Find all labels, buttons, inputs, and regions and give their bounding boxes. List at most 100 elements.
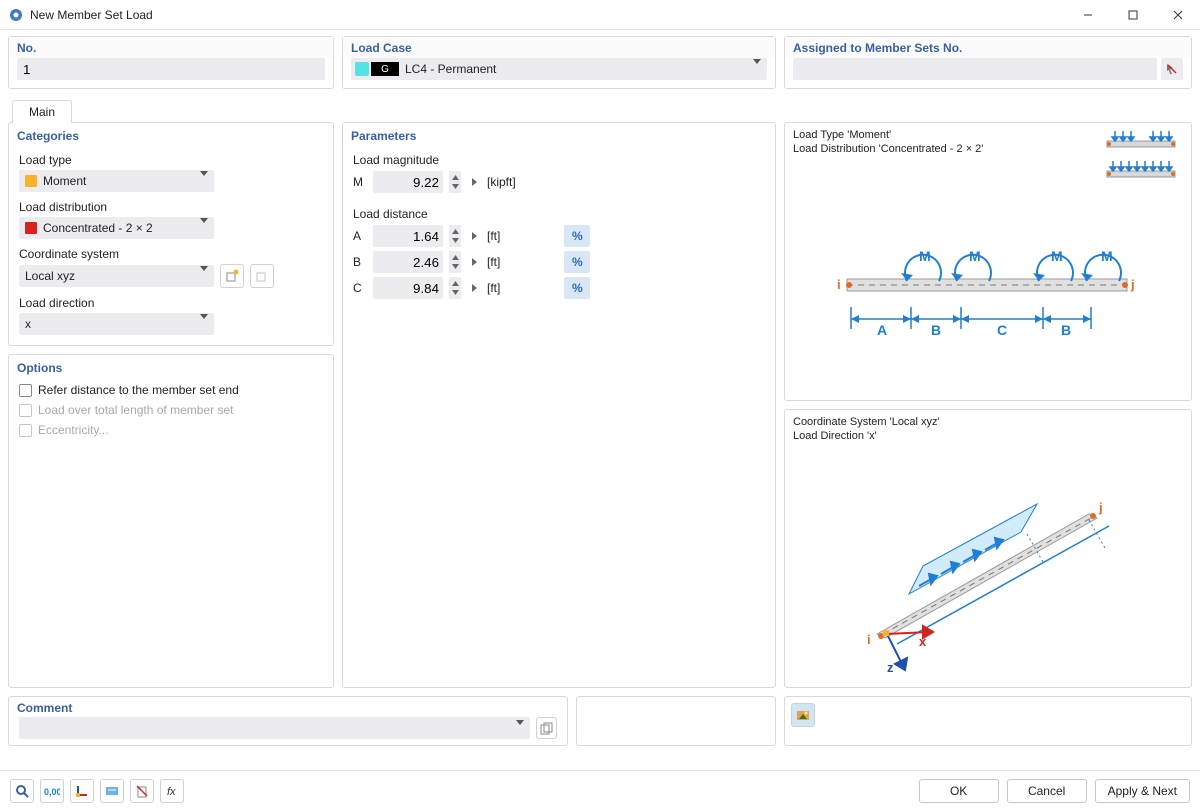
magnitude-input[interactable]	[373, 171, 443, 193]
panel-preview-thumb	[784, 696, 1192, 746]
option-eccentricity-label: Eccentricity...	[38, 423, 108, 437]
svg-text:0,00: 0,00	[44, 787, 60, 797]
distance-b-go-icon[interactable]	[467, 251, 481, 273]
options-title: Options	[9, 355, 333, 375]
panel-options: Options Refer distance to the member set…	[8, 354, 334, 688]
distance-a-input[interactable]	[373, 225, 443, 247]
load-type-swatch	[25, 175, 37, 187]
panel-assigned: Assigned to Member Sets No.	[784, 36, 1192, 89]
maximize-button[interactable]	[1110, 0, 1155, 30]
chevron-down-icon	[200, 271, 208, 285]
svg-text:A: A	[877, 322, 887, 338]
svg-text:z: z	[887, 660, 894, 674]
coord-system-select[interactable]: Local xyz	[19, 265, 214, 287]
parameters-title: Parameters	[343, 123, 775, 143]
distance-c-symbol: C	[353, 281, 367, 295]
chevron-down-icon	[200, 223, 208, 237]
ok-button[interactable]: OK	[919, 779, 999, 803]
footer-axes-button[interactable]	[70, 779, 94, 803]
apply-next-button[interactable]: Apply & Next	[1095, 779, 1190, 803]
diagram-coord-system: Coordinate System 'Local xyz' Load Direc…	[784, 409, 1192, 688]
titlebar: New Member Set Load	[0, 0, 1200, 30]
panel-loadcase-title: Load Case	[343, 37, 775, 58]
load-type-label: Load type	[19, 153, 323, 167]
load-direction-select[interactable]: x	[19, 313, 214, 335]
option-refer-end-label: Refer distance to the member set end	[38, 383, 239, 397]
panel-comment: Comment	[8, 696, 568, 746]
distance-b-unit: [ft]	[487, 255, 500, 269]
svg-text:M: M	[919, 248, 931, 264]
distance-a-go-icon[interactable]	[467, 225, 481, 247]
minimize-button[interactable]	[1065, 0, 1110, 30]
distance-b-spinner[interactable]	[449, 251, 461, 273]
svg-text:j: j	[1130, 277, 1135, 292]
panel-categories: Categories Load type Moment Load distrib…	[8, 122, 334, 346]
checkbox-refer-end[interactable]	[19, 384, 32, 397]
option-total-length-label: Load over total length of member set	[38, 403, 233, 417]
panel-parameters: Parameters Load magnitude M [kipft] Load…	[342, 122, 776, 688]
svg-text:M: M	[1051, 248, 1063, 264]
distance-b-input[interactable]	[373, 251, 443, 273]
distance-c-percent-button[interactable]: %	[564, 277, 590, 299]
number-input[interactable]	[17, 58, 325, 80]
distance-c-go-icon[interactable]	[467, 277, 481, 299]
pick-members-button[interactable]	[1161, 58, 1183, 80]
footer-display-button[interactable]	[100, 779, 124, 803]
load-distribution-select[interactable]: Concentrated - 2 × 2	[19, 217, 214, 239]
app-icon	[8, 7, 24, 23]
chevron-down-icon	[753, 64, 761, 78]
coord-system-label: Coordinate system	[19, 247, 323, 261]
new-coord-system-button[interactable]	[220, 264, 244, 288]
tab-main[interactable]: Main	[12, 100, 72, 123]
distance-a-percent-button[interactable]: %	[564, 225, 590, 247]
footer: 0,00 fx OK Cancel Apply & Next	[0, 770, 1200, 810]
load-direction-value: x	[25, 317, 31, 331]
distance-a-unit: [ft]	[487, 229, 500, 243]
load-distribution-value: Concentrated - 2 × 2	[43, 221, 153, 235]
close-button[interactable]	[1155, 0, 1200, 30]
distance-c-input[interactable]	[373, 277, 443, 299]
svg-text:M: M	[969, 248, 981, 264]
svg-text:fx: fx	[167, 786, 176, 798]
magnitude-go-icon[interactable]	[467, 171, 481, 193]
coord-system-value: Local xyz	[25, 269, 75, 283]
svg-text:B: B	[1061, 322, 1071, 338]
footer-search-button[interactable]	[10, 779, 34, 803]
distance-c-spinner[interactable]	[449, 277, 461, 299]
cancel-button[interactable]: Cancel	[1007, 779, 1087, 803]
chevron-down-icon	[516, 725, 524, 739]
edit-coord-system-button[interactable]	[250, 264, 274, 288]
load-type-value: Moment	[43, 174, 86, 188]
comment-library-button[interactable]	[536, 717, 557, 739]
svg-text:M: M	[1101, 248, 1113, 264]
svg-text:j: j	[1098, 500, 1103, 515]
diagram1-thumbnails	[1101, 131, 1181, 190]
load-distribution-swatch	[25, 222, 37, 234]
panel-number: No.	[8, 36, 334, 89]
svg-text:i: i	[837, 277, 841, 292]
footer-delete-button[interactable]	[130, 779, 154, 803]
panel-loadcase: Load Case G LC4 - Permanent	[342, 36, 776, 89]
load-type-select[interactable]: Moment	[19, 170, 214, 192]
footer-formula-button[interactable]: fx	[160, 779, 184, 803]
magnitude-symbol: M	[353, 175, 367, 189]
comment-select[interactable]	[19, 717, 530, 739]
loadcase-tag: G	[371, 62, 399, 76]
preview-thumb-button[interactable]	[791, 703, 815, 727]
magnitude-unit: [kipft]	[487, 175, 516, 189]
distance-a-spinner[interactable]	[449, 225, 461, 247]
diagram1-svg: i j M M	[789, 219, 1179, 399]
checkbox-total-length	[19, 404, 32, 417]
magnitude-spinner[interactable]	[449, 171, 461, 193]
distance-b-percent-button[interactable]: %	[564, 251, 590, 273]
checkbox-eccentricity	[19, 424, 32, 437]
loadcase-color-chip	[355, 62, 369, 76]
svg-text:i: i	[867, 632, 871, 647]
footer-units-button[interactable]: 0,00	[40, 779, 64, 803]
loadcase-select[interactable]: G LC4 - Permanent	[351, 58, 767, 80]
chevron-down-icon	[200, 176, 208, 190]
chevron-down-icon	[200, 319, 208, 333]
distance-a-symbol: A	[353, 229, 367, 243]
assigned-input[interactable]	[793, 58, 1157, 80]
categories-title: Categories	[9, 123, 333, 143]
